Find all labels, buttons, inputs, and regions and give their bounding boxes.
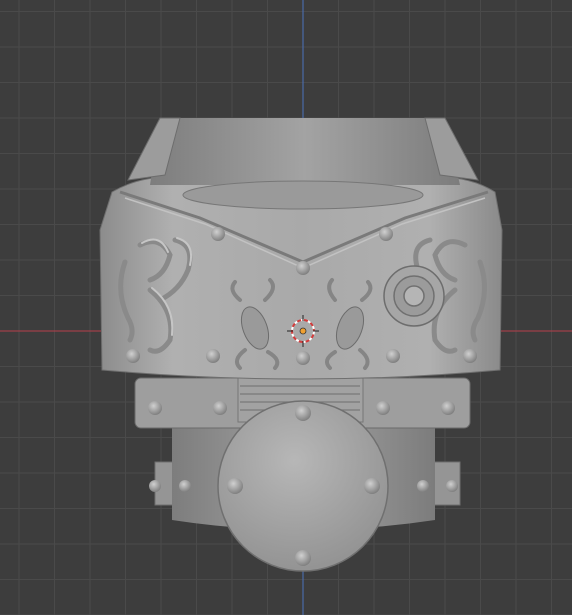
3d-viewport[interactable]: [0, 0, 572, 615]
armor-torso-mesh[interactable]: [99, 117, 503, 572]
viewport-canvas[interactable]: [0, 0, 572, 615]
collar-back: [150, 118, 460, 185]
collar-opening: [182, 180, 424, 210]
front-disc: [217, 400, 389, 572]
shoulder-boss: [383, 265, 445, 327]
